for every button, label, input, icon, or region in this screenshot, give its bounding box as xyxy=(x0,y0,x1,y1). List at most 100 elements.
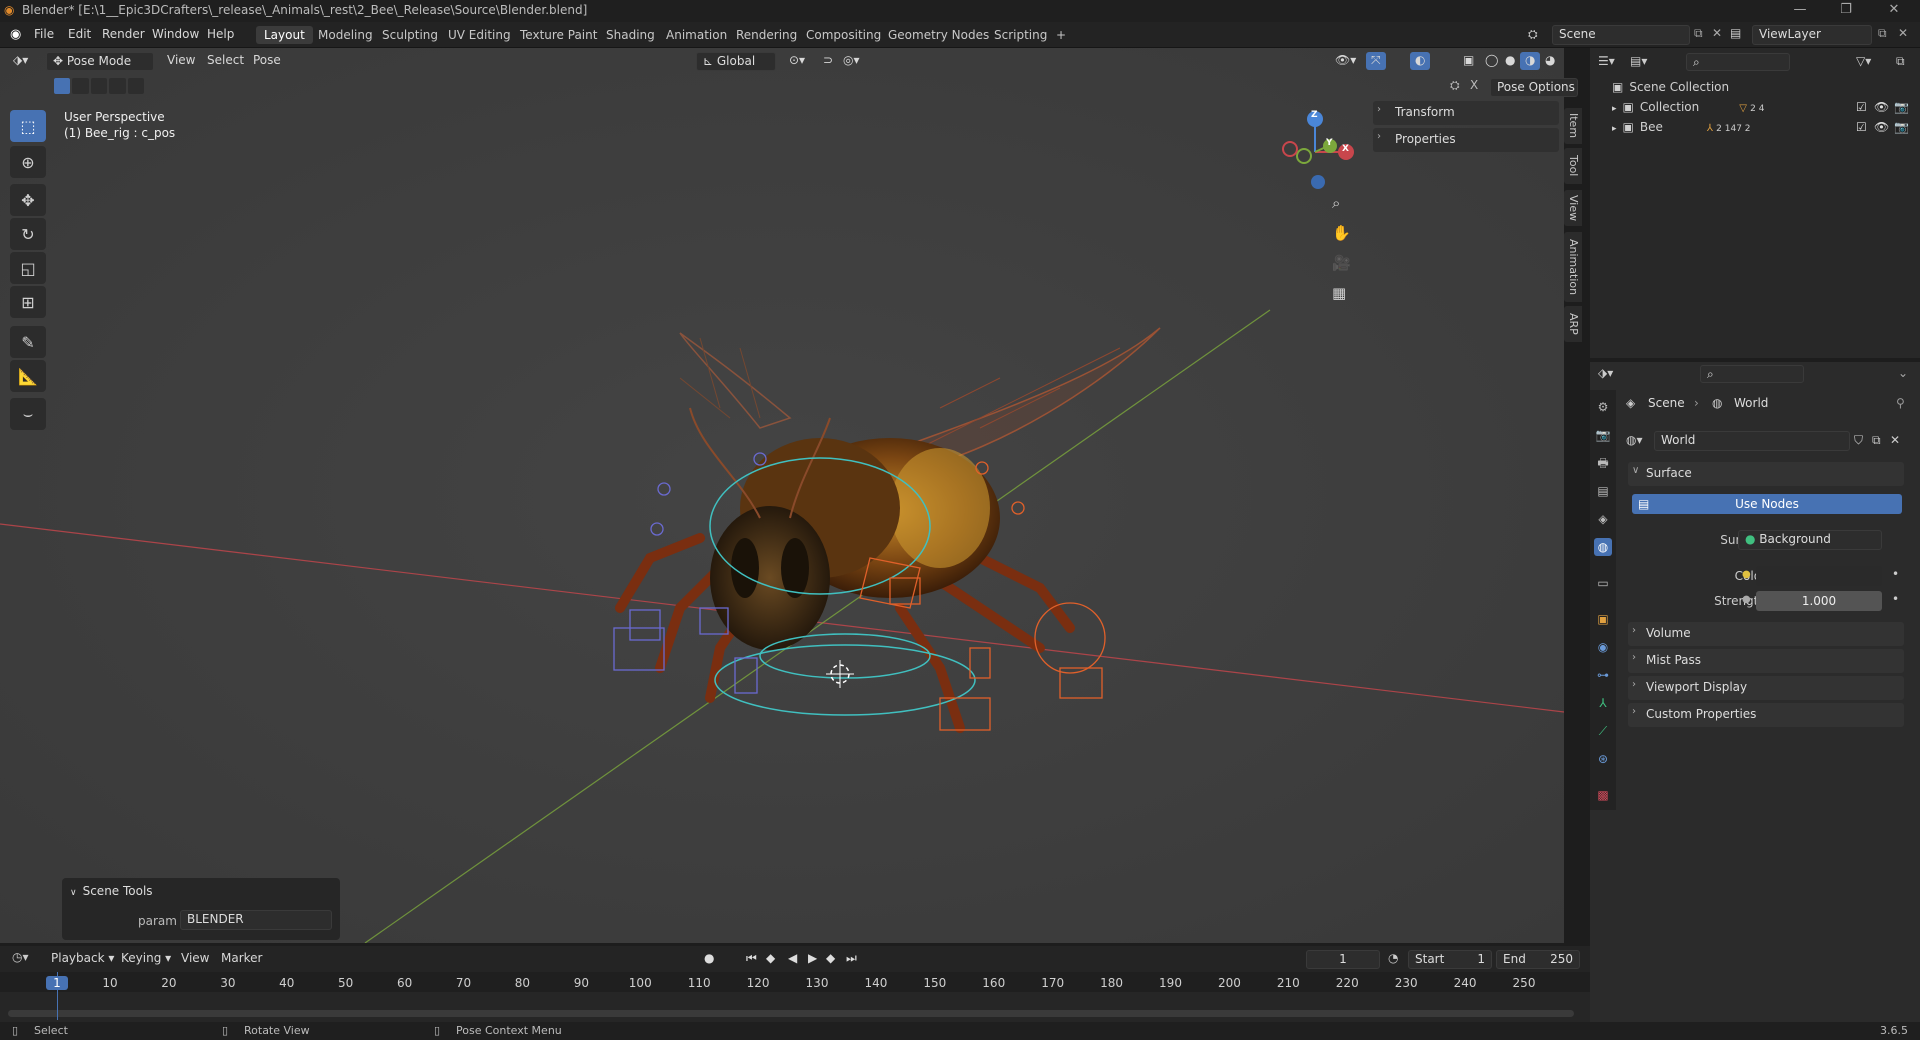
record-icon[interactable]: ● xyxy=(704,951,714,965)
tab-item[interactable]: Item xyxy=(1564,108,1582,144)
filter-icon[interactable]: ▽▾ xyxy=(1856,54,1871,68)
close-window-button[interactable]: ✕ xyxy=(1874,0,1914,22)
data-tab-icon[interactable]: ⅄ xyxy=(1594,694,1612,712)
current-frame-field[interactable]: 1 xyxy=(1306,950,1380,969)
param-field[interactable]: BLENDER xyxy=(180,910,332,930)
add-workspace-button[interactable]: + xyxy=(1048,26,1074,44)
measure-tool[interactable]: 📐 xyxy=(10,360,46,392)
keyframe-dot-icon[interactable]: • xyxy=(1892,567,1899,581)
viewport-display-section-header[interactable]: › Viewport Display xyxy=(1628,676,1904,700)
fake-user-shield-icon[interactable]: ⛉ xyxy=(1854,433,1863,448)
tab-modeling[interactable]: Modeling xyxy=(310,26,381,44)
object-tab-icon[interactable]: ▣ xyxy=(1594,610,1612,628)
scene-icon[interactable]: ⛭ xyxy=(1528,27,1538,42)
mirror-x-icon[interactable]: X xyxy=(1470,78,1478,92)
outliner-scene-collection[interactable]: ▣ Scene Collection xyxy=(1612,80,1729,100)
scene-tab-icon[interactable]: ◈ xyxy=(1594,510,1612,528)
tab-rendering[interactable]: Rendering xyxy=(728,26,805,44)
texture-tab-icon[interactable]: ▩ xyxy=(1594,786,1612,804)
color-swatch[interactable] xyxy=(1756,566,1882,586)
tab-animation-sidebar[interactable]: Animation xyxy=(1564,232,1582,302)
use-nodes-button[interactable]: ▤ Use Nodes xyxy=(1632,494,1902,514)
pose-options-dropdown[interactable]: Pose Options xyxy=(1490,78,1578,97)
bone-tab-icon[interactable]: ⟋ xyxy=(1594,722,1612,740)
properties-panel-header[interactable]: › Properties xyxy=(1373,128,1559,152)
solid-shading-icon[interactable]: ● xyxy=(1500,52,1520,70)
menu-view[interactable]: View xyxy=(162,52,200,70)
menu-marker[interactable]: Marker xyxy=(216,950,267,968)
delete-scene-icon[interactable]: ✕ xyxy=(1712,26,1722,40)
camera-icon[interactable]: 📷 xyxy=(1894,100,1909,114)
menu-playback[interactable]: Playback ▾ xyxy=(46,950,119,968)
rendered-shading-icon[interactable]: ◕ xyxy=(1540,52,1560,70)
play-icon[interactable]: ▶ xyxy=(808,951,817,965)
tab-view[interactable]: View xyxy=(1564,190,1582,226)
camera-view-icon[interactable]: 🎥 xyxy=(1332,254,1351,272)
outliner-row-collection[interactable]: ▸ ▣ Collection ▽ 2 4 xyxy=(1612,100,1764,120)
breadcrumb-scene[interactable]: Scene xyxy=(1648,396,1685,410)
timeline-scrollbar[interactable] xyxy=(8,1010,1574,1017)
menu-file[interactable]: File xyxy=(34,27,54,41)
minimize-button[interactable]: — xyxy=(1780,0,1820,22)
menu-keying[interactable]: Keying ▾ xyxy=(116,950,176,968)
options-icon[interactable]: ⛭ xyxy=(1450,78,1460,93)
scene-field[interactable]: Scene xyxy=(1552,25,1690,45)
bone-tool[interactable]: ⌣ xyxy=(10,398,46,430)
outliner-search[interactable]: ⌕ xyxy=(1686,53,1790,71)
keyframe-dot-icon[interactable]: • xyxy=(1892,592,1899,606)
camera-icon[interactable]: 📷 xyxy=(1894,120,1909,134)
constraints-tab-icon[interactable]: ⊶ xyxy=(1594,666,1612,684)
tab-uv-editing[interactable]: UV Editing xyxy=(440,26,519,44)
select-invert-icon[interactable] xyxy=(109,78,126,94)
viewlayer-field[interactable]: ViewLayer xyxy=(1752,25,1872,45)
menu-window[interactable]: Window xyxy=(152,27,199,41)
editor-type-icon[interactable]: ⬗▾ xyxy=(8,52,33,70)
world-browse-icon[interactable]: ◍▾ xyxy=(1626,433,1643,447)
tab-scripting[interactable]: Scripting xyxy=(986,26,1055,44)
tab-texture-paint[interactable]: Texture Paint xyxy=(512,26,605,44)
tab-shading[interactable]: Shading xyxy=(598,26,663,44)
material-shading-icon[interactable]: ◑ xyxy=(1520,52,1541,70)
jump-end-icon[interactable]: ⏭ xyxy=(846,951,857,966)
select-box-tool[interactable]: ⬚ xyxy=(10,110,46,142)
transform-panel-header[interactable]: › Transform xyxy=(1373,101,1559,125)
view-layer-tab-icon[interactable]: ▤ xyxy=(1594,482,1612,500)
menu-help[interactable]: Help xyxy=(207,27,234,41)
timeline-editor-icon[interactable]: ◷▾ xyxy=(12,950,29,964)
world-name-field[interactable]: World xyxy=(1654,431,1850,451)
chevron-down-icon[interactable]: ⌄ xyxy=(1898,366,1908,380)
surface-section-header[interactable]: ∨ Surface xyxy=(1628,462,1904,486)
visibility-icon[interactable]: 👁▾ xyxy=(1330,52,1361,70)
new-scene-icon[interactable]: ⧉ xyxy=(1694,26,1703,41)
annotate-tool[interactable]: ✎ xyxy=(10,326,46,358)
world-tab-icon[interactable]: ◍ xyxy=(1594,538,1612,556)
unlink-icon[interactable]: ✕ xyxy=(1890,433,1900,447)
perspective-toggle-icon[interactable]: ▦ xyxy=(1332,284,1346,302)
select-intersect-icon[interactable] xyxy=(127,78,145,94)
prev-keyframe-icon[interactable]: ◆ xyxy=(766,951,775,965)
properties-editor-icon[interactable]: ⬗▾ xyxy=(1598,366,1613,380)
collection-tab-icon[interactable]: ▭ xyxy=(1594,574,1612,592)
checkbox-icon[interactable]: ☑ xyxy=(1856,120,1867,134)
tab-animation[interactable]: Animation xyxy=(658,26,735,44)
physics-tab-icon[interactable]: ◉ xyxy=(1594,638,1612,656)
next-keyframe-icon[interactable]: ◆ xyxy=(826,951,835,965)
tab-sculpting[interactable]: Sculpting xyxy=(374,26,446,44)
tab-layout[interactable]: Layout xyxy=(256,26,313,44)
menu-select[interactable]: Select xyxy=(202,52,249,70)
start-frame-field[interactable]: Start 1 xyxy=(1408,950,1492,969)
menu-pose[interactable]: Pose xyxy=(248,52,286,70)
gizmo-toggle-icon[interactable]: ⤧ xyxy=(1366,52,1386,70)
end-frame-field[interactable]: End 250 xyxy=(1496,950,1580,969)
strength-field[interactable]: 1.000 xyxy=(1756,591,1882,611)
zoom-icon[interactable]: ⌕ xyxy=(1332,194,1340,212)
snap-icon[interactable]: ⊃ xyxy=(818,52,838,70)
render-tab-icon[interactable]: 📷 xyxy=(1594,426,1612,444)
proportional-icon[interactable]: ◎▾ xyxy=(838,52,865,70)
move-tool[interactable]: ✥ xyxy=(10,184,46,216)
eye-icon[interactable]: 👁 xyxy=(1874,120,1889,134)
output-tab-icon[interactable]: 🖶 xyxy=(1594,454,1612,472)
orientation-selector[interactable]: ⊾ Global xyxy=(696,52,776,71)
eye-icon[interactable]: 👁 xyxy=(1874,100,1889,114)
new-viewlayer-icon[interactable]: ⧉ xyxy=(1878,26,1887,41)
